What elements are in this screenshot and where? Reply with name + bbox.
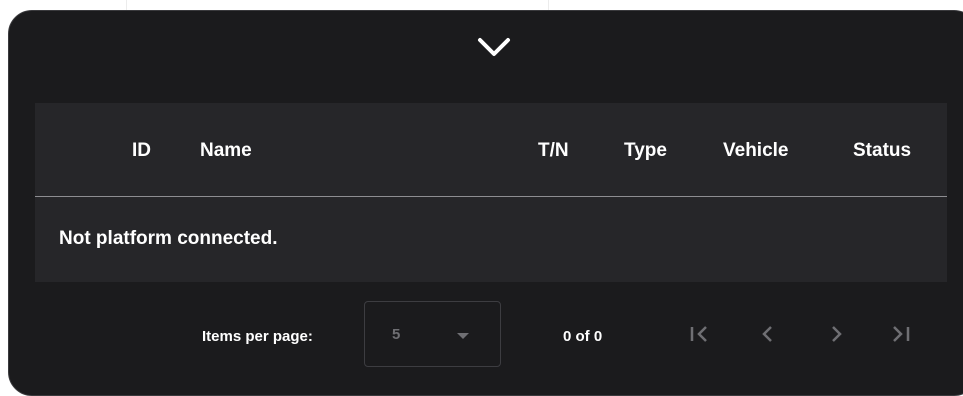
- last-page-button[interactable]: [885, 319, 915, 349]
- items-per-page-value: 5: [392, 326, 401, 343]
- bottom-panel: ID Name T/N Type Vehicle Status Not plat…: [8, 10, 963, 396]
- column-header-id[interactable]: ID: [132, 140, 151, 162]
- paginator: Items per page: 5 0 of 0: [9, 291, 963, 371]
- collapse-button[interactable]: [471, 29, 517, 65]
- table-header-row: ID Name T/N Type Vehicle Status: [35, 103, 947, 197]
- items-per-page-select[interactable]: 5: [364, 301, 501, 367]
- first-page-button[interactable]: [685, 319, 715, 349]
- previous-page-button[interactable]: [753, 319, 783, 349]
- first-page-icon: [690, 326, 707, 342]
- column-header-tn[interactable]: T/N: [538, 140, 569, 162]
- devices-table: ID Name T/N Type Vehicle Status Not plat…: [35, 103, 947, 282]
- dropdown-arrow-icon: [457, 333, 469, 339]
- previous-page-icon: [762, 326, 772, 342]
- empty-table-message: Not platform connected.: [59, 228, 278, 249]
- column-header-type[interactable]: Type: [624, 140, 667, 162]
- next-page-icon: [832, 326, 842, 342]
- next-page-button[interactable]: [821, 319, 851, 349]
- last-page-icon: [893, 326, 910, 342]
- column-header-vehicle[interactable]: Vehicle: [723, 140, 789, 162]
- empty-table-row: Not platform connected.: [35, 197, 947, 282]
- column-header-status[interactable]: Status: [853, 140, 911, 162]
- chevron-down-icon: [478, 38, 510, 56]
- items-per-page-label: Items per page:: [202, 328, 313, 345]
- page-range-label: 0 of 0: [563, 328, 603, 345]
- column-header-name[interactable]: Name: [200, 140, 252, 162]
